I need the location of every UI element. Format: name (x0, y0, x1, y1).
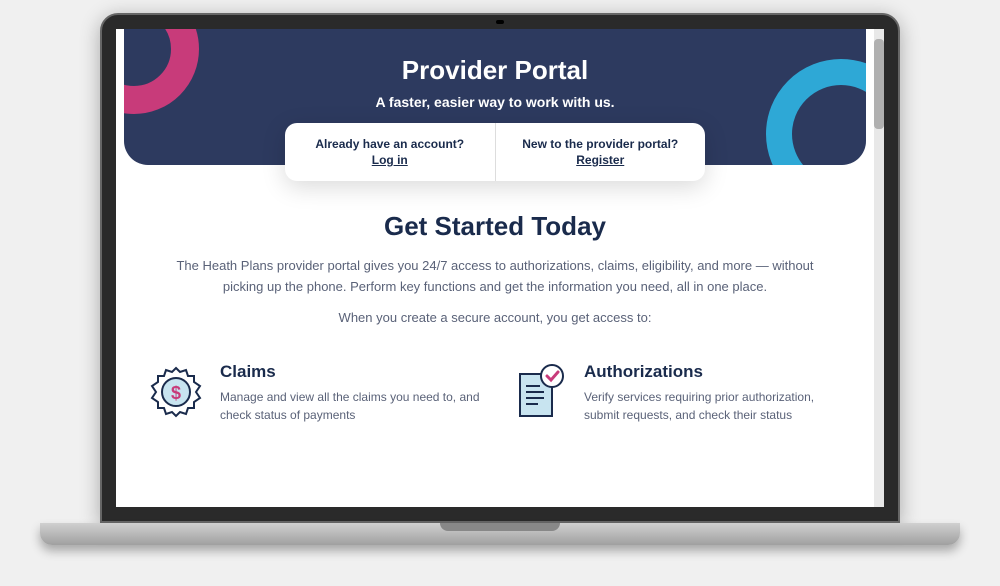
intro-lead: When you create a secure account, you ge… (176, 308, 814, 329)
register-prompt: New to the provider portal? (522, 137, 678, 151)
scrollbar-thumb[interactable] (874, 39, 884, 129)
intro-body: The Heath Plans provider portal gives yo… (176, 256, 814, 298)
feature-auth-text: Authorizations Verify services requiring… (584, 362, 844, 424)
page-title: Provider Portal (144, 55, 846, 86)
svg-text:$: $ (171, 383, 181, 403)
login-prompt: Already have an account? (315, 137, 464, 151)
screen: Provider Portal A faster, easier way to … (116, 29, 884, 507)
feature-auth-desc: Verify services requiring prior authoriz… (584, 388, 844, 424)
gear-dollar-icon: $ (146, 362, 206, 422)
document-check-icon (510, 362, 570, 422)
camera-icon (496, 20, 504, 24)
feature-auth-title: Authorizations (584, 362, 844, 382)
laptop-notch (440, 523, 560, 531)
laptop-base (40, 523, 960, 545)
register-link[interactable]: Register (506, 153, 696, 167)
page-content: Provider Portal A faster, easier way to … (116, 29, 874, 507)
page-subtitle: A faster, easier way to work with us. (144, 94, 846, 110)
login-section: Already have an account? Log in (285, 123, 496, 181)
login-link[interactable]: Log in (295, 153, 485, 167)
feature-claims-text: Claims Manage and view all the claims yo… (220, 362, 480, 424)
laptop-frame: Provider Portal A faster, easier way to … (40, 13, 960, 573)
feature-claims-desc: Manage and view all the claims you need … (220, 388, 480, 424)
intro-section: Get Started Today The Heath Plans provid… (116, 181, 874, 354)
laptop-bezel: Provider Portal A faster, easier way to … (100, 13, 900, 523)
feature-claims: $ Claims Manage and view all the claims … (146, 362, 480, 424)
intro-heading: Get Started Today (176, 211, 814, 242)
scrollbar[interactable] (874, 29, 884, 507)
feature-claims-title: Claims (220, 362, 480, 382)
cta-card: Already have an account? Log in New to t… (285, 123, 705, 181)
register-section: New to the provider portal? Register (496, 123, 706, 181)
features-row: $ Claims Manage and view all the claims … (116, 354, 874, 432)
feature-authorizations: Authorizations Verify services requiring… (510, 362, 844, 424)
